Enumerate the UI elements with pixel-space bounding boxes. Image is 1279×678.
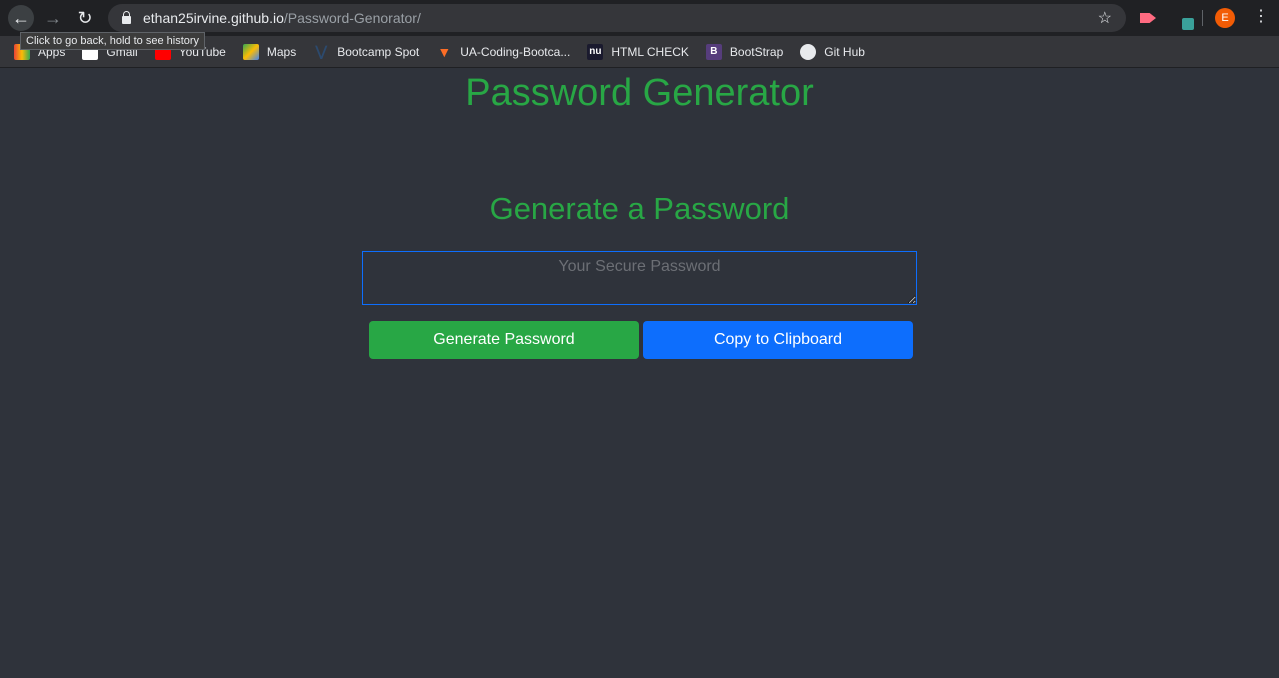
lock-icon — [122, 11, 131, 24]
bookmark-maps[interactable]: Maps — [242, 43, 296, 60]
nu-validator-icon: nu — [587, 43, 604, 60]
arrow-right-icon: → — [44, 7, 62, 28]
bookmark-bootstrap[interactable]: B BootStrap — [705, 43, 783, 60]
back-tooltip: Click to go back, hold to see history — [20, 32, 206, 50]
divider — [1202, 10, 1203, 26]
copy-to-clipboard-button[interactable]: Copy to Clipboard — [643, 321, 913, 359]
bootcamp-spot-icon: ⋁ — [315, 43, 327, 59]
maps-icon — [242, 43, 259, 60]
profile-avatar[interactable]: E — [1215, 8, 1235, 28]
bookmark-html-check[interactable]: nu HTML CHECK — [587, 43, 689, 60]
password-output[interactable] — [362, 251, 917, 305]
url-path: /Password-Genorator/ — [283, 10, 421, 26]
bookmark-bootcamp-spot[interactable]: ⋁ Bootcamp Spot — [313, 43, 419, 60]
card-title: Generate a Password — [489, 191, 790, 226]
gitlab-icon: ▼ — [437, 43, 452, 60]
bookmark-star-icon[interactable]: ☆ — [1098, 8, 1112, 28]
generate-password-button[interactable]: Generate Password — [369, 321, 639, 359]
arrow-left-icon: ← — [12, 7, 30, 28]
github-icon — [800, 43, 817, 60]
extension-icon[interactable] — [1140, 13, 1156, 23]
bootstrap-icon: B — [705, 43, 722, 60]
reload-button[interactable]: ↻ — [72, 5, 98, 31]
page-title: Password Generator — [465, 72, 814, 114]
url-host: ethan25irvine.github.io — [143, 10, 284, 26]
color-picker-extension-icon[interactable] — [1182, 18, 1194, 30]
bookmark-github[interactable]: Git Hub — [800, 43, 865, 60]
menu-kebab-icon[interactable]: ⋮ — [1253, 6, 1269, 26]
back-button[interactable]: ← — [8, 5, 34, 31]
bookmark-gitlab[interactable]: ▼ UA-Coding-Bootca... — [436, 44, 570, 60]
address-bar[interactable]: ethan25irvine.github.io/Password-Genorat… — [108, 4, 1126, 32]
browser-toolbar: ← → ↻ ethan25irvine.github.io/Password-G… — [0, 0, 1279, 36]
reload-icon: ↻ — [77, 7, 93, 28]
forward-button[interactable]: → — [40, 5, 66, 31]
